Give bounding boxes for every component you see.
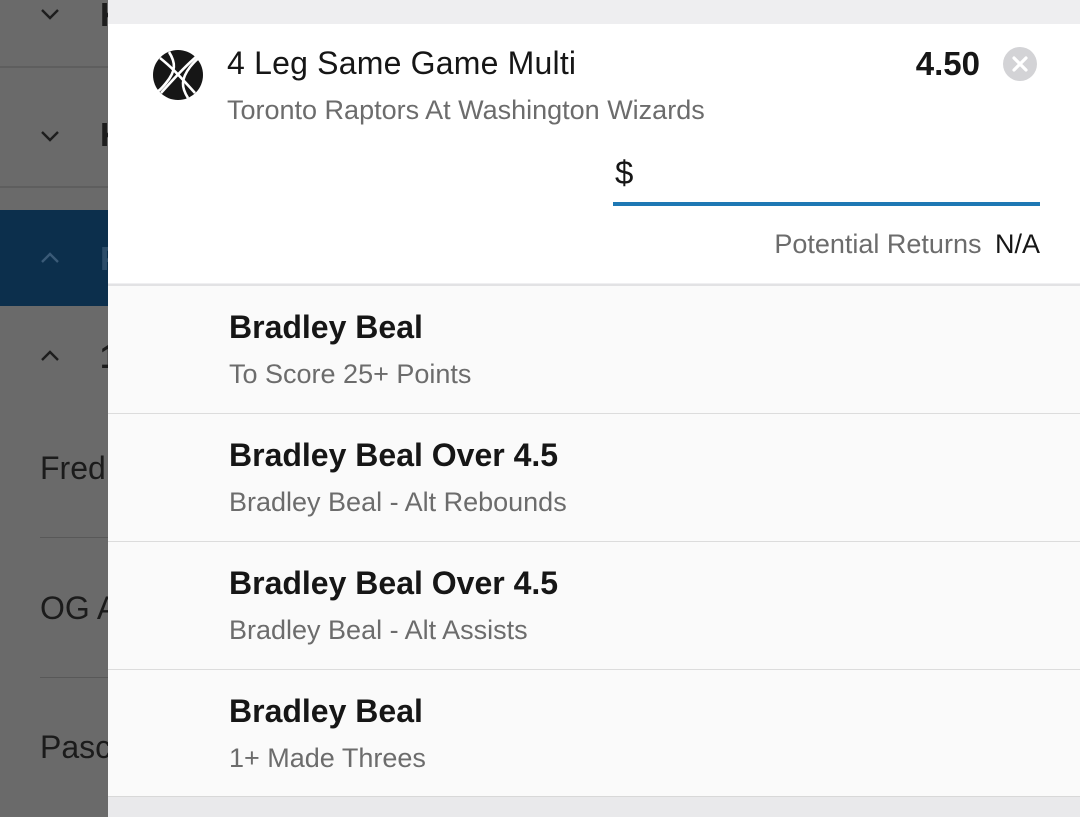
bg-market-peek: P — [100, 240, 108, 278]
chevron-up-icon — [38, 246, 62, 270]
bg-market-row: K — [0, 86, 108, 186]
close-icon — [1012, 56, 1028, 72]
chevron-up-icon — [38, 344, 62, 368]
slip-bottom-edge — [108, 796, 1080, 817]
leg-title: Bradley Beal Over 4.5 — [229, 437, 559, 473]
bg-market-peek: K — [100, 116, 108, 154]
leg-market: Bradley Beal - Alt Rebounds — [229, 487, 567, 517]
bet-leg: Bradley Beal To Score 25+ Points — [108, 284, 1080, 413]
bet-slip-panel: 4 Leg Same Game Multi 4.50 Toronto Rapto… — [108, 0, 1080, 817]
bet-odds: 4.50 — [915, 45, 980, 82]
bet-title: 4 Leg Same Game Multi — [227, 45, 577, 81]
leg-title: Bradley Beal — [229, 693, 423, 729]
chevron-down-icon — [38, 124, 62, 148]
remove-bet-button[interactable] — [1003, 47, 1037, 81]
bg-player-name: OG A — [40, 590, 119, 626]
bet-legs-list: Bradley Beal To Score 25+ Points Bradley… — [108, 284, 1080, 797]
bet-event: Toronto Raptors At Washington Wizards — [227, 95, 705, 125]
stake-field[interactable]: $ — [613, 150, 1040, 206]
bg-market-peek: 1 — [100, 338, 108, 376]
bet-card: 4 Leg Same Game Multi 4.50 Toronto Rapto… — [108, 24, 1080, 283]
bet-leg: Bradley Beal Over 4.5 Bradley Beal - Alt… — [108, 413, 1080, 541]
potential-returns-label: Potential Returns — [774, 229, 982, 259]
divider — [0, 186, 108, 188]
divider — [40, 537, 108, 538]
bg-market-row: 1 — [0, 306, 108, 406]
bg-market-row: K — [0, 0, 108, 64]
bg-player-name: Pasc — [40, 729, 112, 765]
stake-input[interactable] — [643, 150, 1037, 200]
stake-currency: $ — [615, 154, 634, 191]
potential-returns-value: N/A — [994, 229, 1040, 259]
leg-title: Bradley Beal — [229, 309, 423, 345]
basketball-icon — [152, 49, 204, 101]
bg-player-name: Fred — [40, 450, 106, 486]
leg-market: Bradley Beal - Alt Assists — [229, 615, 528, 645]
bg-market-peek: K — [100, 0, 108, 34]
slip-top-strip — [108, 0, 1080, 24]
bet-leg: Bradley Beal 1+ Made Threes — [108, 669, 1080, 797]
leg-title: Bradley Beal Over 4.5 — [229, 565, 559, 601]
bet-leg: Bradley Beal Over 4.5 Bradley Beal - Alt… — [108, 541, 1080, 669]
chevron-down-icon — [38, 2, 62, 26]
divider — [0, 66, 108, 68]
leg-market: 1+ Made Threes — [229, 743, 426, 773]
leg-market: To Score 25+ Points — [229, 359, 472, 389]
bg-market-row-active: P — [0, 210, 108, 306]
potential-returns: Potential Returns N/A — [774, 229, 1040, 260]
divider — [40, 677, 108, 678]
